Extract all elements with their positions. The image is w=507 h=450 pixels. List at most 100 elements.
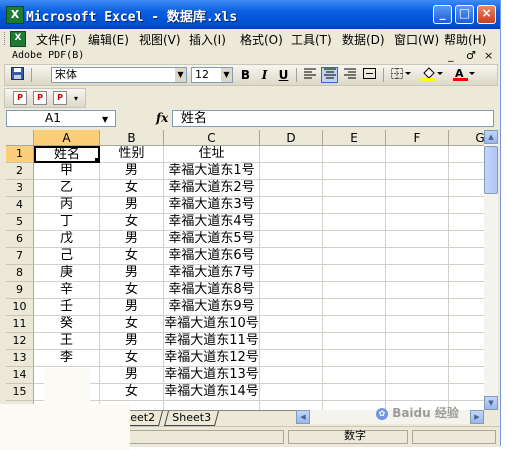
cell[interactable]: 王 [34, 333, 100, 350]
cell[interactable] [386, 265, 449, 282]
column-header[interactable]: F [386, 130, 449, 146]
cell[interactable] [323, 180, 386, 197]
column-header[interactable]: E [323, 130, 386, 146]
adobe-pdf-menu[interactable]: Adobe PDF(B) [12, 50, 84, 61]
borders-icon[interactable] [389, 67, 413, 83]
cell[interactable]: 乙 [34, 180, 100, 197]
cell[interactable] [449, 197, 484, 214]
cell[interactable]: 李 [34, 350, 100, 367]
cell[interactable] [386, 231, 449, 248]
cell[interactable]: 男 [100, 299, 164, 316]
doc-close-button[interactable]: × [484, 49, 493, 62]
select-all-corner[interactable] [6, 130, 34, 146]
cell[interactable]: 幸福大道东10号 [164, 316, 260, 333]
cell[interactable]: 女 [100, 180, 164, 197]
cell[interactable] [260, 248, 323, 265]
menu-data[interactable]: 数据(D) [342, 31, 385, 48]
row-header[interactable]: 13 [6, 350, 34, 367]
scroll-left-icon[interactable]: ◀ [296, 410, 310, 424]
cell[interactable] [449, 350, 484, 367]
cell[interactable]: 戊 [34, 231, 100, 248]
menu-insert[interactable]: 插入(I) [189, 31, 226, 48]
cell[interactable] [386, 299, 449, 316]
toolbar-options-icon[interactable]: ▾ [71, 91, 81, 107]
align-center-icon[interactable] [321, 67, 338, 83]
cell[interactable] [260, 214, 323, 231]
cell[interactable]: 男 [100, 265, 164, 282]
scroll-thumb[interactable] [484, 146, 498, 194]
cell[interactable] [260, 163, 323, 180]
cell[interactable] [260, 231, 323, 248]
scroll-up-icon[interactable]: ▲ [484, 130, 498, 144]
cell[interactable] [449, 384, 484, 401]
cell[interactable] [449, 282, 484, 299]
pdf-review-icon[interactable]: P [53, 91, 67, 105]
name-box[interactable]: A1 [6, 110, 116, 127]
cell[interactable] [386, 367, 449, 384]
column-header[interactable]: B [100, 130, 164, 146]
cell[interactable] [323, 265, 386, 282]
cell[interactable]: 住址 [164, 146, 260, 163]
font-color-icon[interactable]: A [451, 67, 477, 83]
cell[interactable]: 男 [100, 231, 164, 248]
cell[interactable] [449, 231, 484, 248]
cell[interactable]: 甲 [34, 163, 100, 180]
row-header[interactable]: 15 [6, 384, 34, 401]
menu-help[interactable]: 帮助(H) [444, 31, 486, 48]
align-right-icon[interactable] [341, 67, 358, 83]
cell[interactable] [386, 180, 449, 197]
cell[interactable]: 女 [100, 350, 164, 367]
row-header[interactable]: 5 [6, 214, 34, 231]
vertical-scrollbar[interactable]: ▲ ▼ [484, 130, 498, 410]
underline-button[interactable]: U [275, 67, 292, 83]
cell[interactable] [323, 333, 386, 350]
row-header[interactable]: 3 [6, 180, 34, 197]
doc-minimize-button[interactable]: _ [448, 49, 454, 62]
cell[interactable] [260, 299, 323, 316]
row-header[interactable]: 6 [6, 231, 34, 248]
cell[interactable] [260, 282, 323, 299]
cell[interactable] [260, 180, 323, 197]
title-bar[interactable]: X Microsoft Excel - 数据库.xls _ □ × [0, 0, 500, 29]
cell[interactable] [386, 333, 449, 350]
cell[interactable] [449, 265, 484, 282]
bold-button[interactable]: B [237, 67, 254, 83]
menu-grip[interactable] [4, 32, 8, 45]
cell[interactable]: 幸福大道东12号 [164, 350, 260, 367]
cell[interactable] [260, 146, 323, 163]
cell[interactable]: 男 [100, 163, 164, 180]
cell[interactable]: 幸福大道东1号 [164, 163, 260, 180]
font-size-select[interactable]: 12 ▼ [191, 67, 233, 83]
cell[interactable] [386, 248, 449, 265]
insert-function-icon[interactable]: fx [156, 111, 168, 125]
cell[interactable]: 性别 [100, 146, 164, 163]
row-header[interactable]: 10 [6, 299, 34, 316]
cell[interactable] [449, 299, 484, 316]
cell[interactable] [449, 180, 484, 197]
save-icon[interactable] [9, 67, 26, 83]
font-name-select[interactable]: 宋体 ▼ [51, 67, 187, 83]
cell[interactable]: 幸福大道东13号 [164, 367, 260, 384]
row-header[interactable]: 14 [6, 367, 34, 384]
cell[interactable] [260, 197, 323, 214]
cell[interactable] [386, 316, 449, 333]
cell[interactable]: 幸福大道东9号 [164, 299, 260, 316]
row-header[interactable]: 8 [6, 265, 34, 282]
minimize-button[interactable]: _ [433, 5, 452, 24]
italic-button[interactable]: I [256, 67, 273, 83]
menu-tools[interactable]: 工具(T) [291, 31, 332, 48]
cell[interactable] [386, 384, 449, 401]
cell[interactable] [323, 163, 386, 180]
cell[interactable] [323, 384, 386, 401]
cell[interactable]: 丙 [34, 197, 100, 214]
cell[interactable]: 幸福大道东11号 [164, 333, 260, 350]
cell[interactable] [260, 316, 323, 333]
cell[interactable] [323, 316, 386, 333]
cell[interactable] [323, 214, 386, 231]
cell[interactable]: 女 [100, 316, 164, 333]
cell[interactable] [260, 401, 323, 410]
active-cell[interactable]: 姓名 [34, 146, 100, 163]
cell[interactable] [386, 146, 449, 163]
cell[interactable]: 辛 [34, 282, 100, 299]
cell[interactable]: 幸福大道东4号 [164, 214, 260, 231]
